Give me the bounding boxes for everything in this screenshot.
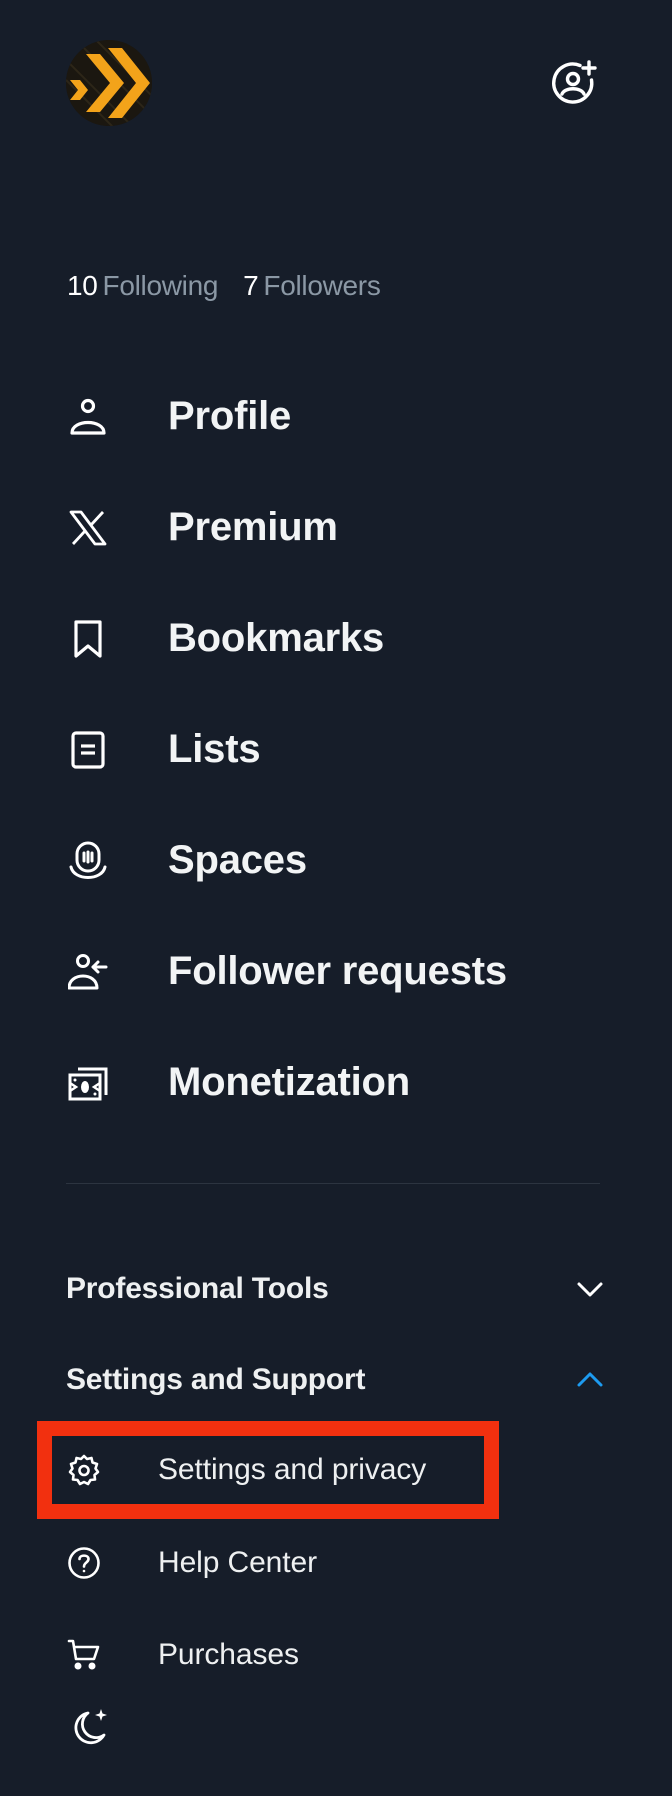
followers-link[interactable]: 7 Followers bbox=[243, 270, 381, 302]
nav-item-label: Bookmarks bbox=[168, 616, 385, 660]
follower-request-icon bbox=[66, 950, 110, 994]
nav-item-premium[interactable]: Premium bbox=[0, 472, 672, 583]
avatar[interactable] bbox=[66, 40, 152, 126]
chevron-up-icon bbox=[574, 1364, 606, 1396]
help-center-item[interactable]: Help Center bbox=[66, 1528, 486, 1598]
avatar-image bbox=[66, 40, 152, 126]
list-icon bbox=[66, 728, 110, 772]
nav-item-bookmarks[interactable]: Bookmarks bbox=[0, 583, 672, 694]
professional-tools-title: Professional Tools bbox=[66, 1272, 329, 1305]
main-nav: Profile Premium Bookmarks Lists Spaces F… bbox=[0, 361, 672, 1138]
following-count: 10 bbox=[67, 270, 98, 301]
sub-item-label: Settings and privacy bbox=[158, 1453, 427, 1486]
nav-item-profile[interactable]: Profile bbox=[0, 361, 672, 472]
professional-tools-toggle[interactable]: Professional Tools bbox=[66, 1264, 606, 1314]
nav-item-label: Follower requests bbox=[168, 949, 507, 993]
nav-item-monetization[interactable]: Monetization bbox=[0, 1027, 672, 1138]
following-label: Following bbox=[102, 270, 219, 301]
sub-item-label: Help Center bbox=[158, 1546, 317, 1579]
nav-item-label: Spaces bbox=[168, 838, 307, 882]
add-account-button[interactable] bbox=[548, 56, 600, 108]
display-mode-button[interactable] bbox=[66, 1705, 110, 1749]
settings-and-privacy-item[interactable]: Settings and privacy bbox=[66, 1435, 486, 1505]
settings-support-title: Settings and Support bbox=[66, 1363, 366, 1396]
followers-count: 7 bbox=[243, 270, 259, 301]
moon-star-icon bbox=[74, 1709, 107, 1745]
nav-item-label: Lists bbox=[168, 727, 261, 771]
spaces-icon bbox=[66, 839, 110, 883]
settings-support-toggle[interactable]: Settings and Support bbox=[66, 1355, 606, 1405]
nav-item-label: Profile bbox=[168, 394, 292, 438]
chevron-down-icon bbox=[574, 1273, 606, 1305]
nav-item-label: Premium bbox=[168, 505, 338, 549]
gear-icon bbox=[66, 1452, 102, 1488]
followers-label: Followers bbox=[263, 270, 381, 301]
help-icon bbox=[66, 1545, 102, 1581]
account-add-icon bbox=[552, 60, 597, 104]
follow-stats: 10 Following 7 Followers bbox=[67, 270, 381, 302]
nav-item-lists[interactable]: Lists bbox=[0, 694, 672, 805]
cart-icon bbox=[66, 1637, 102, 1673]
person-icon bbox=[66, 395, 110, 439]
nav-item-follower-requests[interactable]: Follower requests bbox=[0, 916, 672, 1027]
money-icon bbox=[66, 1061, 110, 1105]
following-link[interactable]: 10 Following bbox=[67, 270, 218, 302]
x-logo-icon bbox=[66, 506, 110, 550]
nav-item-label: Monetization bbox=[168, 1060, 411, 1104]
section-divider bbox=[66, 1183, 600, 1184]
nav-item-spaces[interactable]: Spaces bbox=[0, 805, 672, 916]
sub-item-label: Purchases bbox=[158, 1638, 299, 1671]
purchases-item[interactable]: Purchases bbox=[66, 1620, 486, 1690]
bookmark-icon bbox=[66, 617, 110, 661]
